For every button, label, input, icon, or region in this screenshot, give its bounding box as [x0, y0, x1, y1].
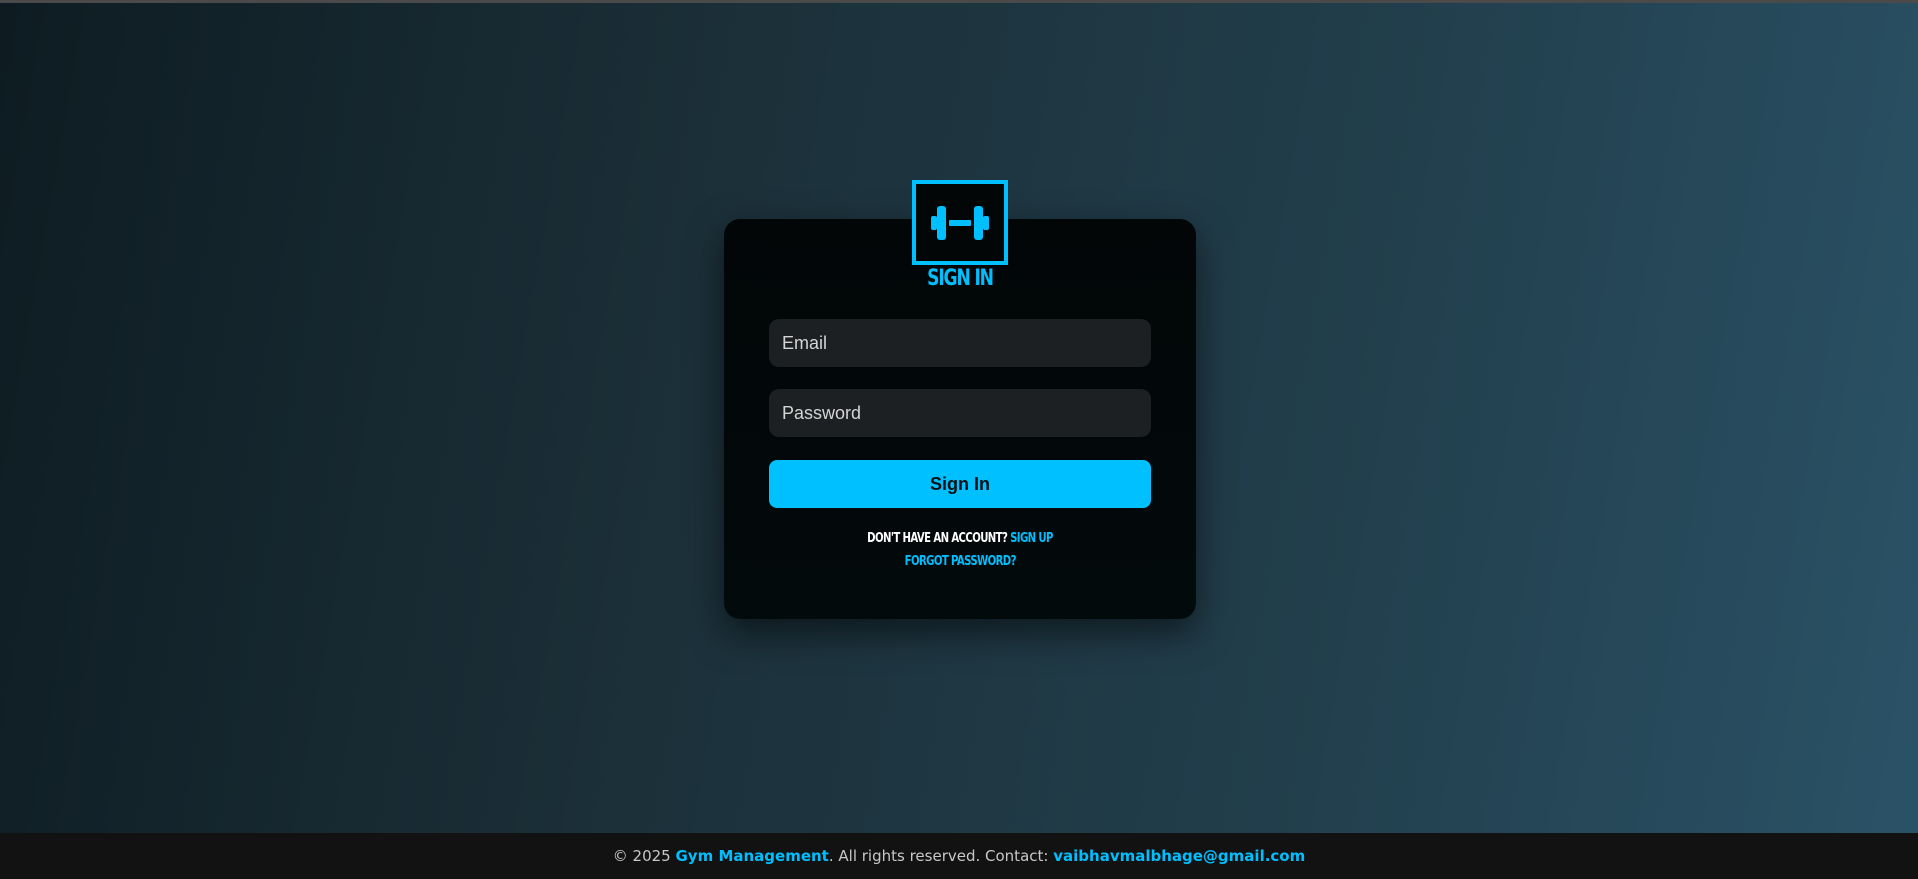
signin-button[interactable]: Sign In — [769, 460, 1151, 508]
dumbbell-icon — [931, 205, 989, 240]
footer-copyright: © 2025 — [612, 847, 671, 865]
password-field[interactable] — [769, 389, 1151, 437]
footer: © 2025 Gym Management. All rights reserv… — [0, 833, 1918, 879]
footer-rights: . All rights reserved. Contact: — [828, 847, 1049, 865]
footer-contact-email[interactable]: vaibhavmalbhage@gmail.com — [1053, 847, 1305, 865]
logo — [912, 180, 1008, 265]
page-title: Sign In — [927, 266, 994, 291]
footer-brand: Gym Management — [675, 847, 829, 865]
signup-prompt: Don't have an account? Sign Up — [724, 531, 1196, 546]
signup-link[interactable]: Sign Up — [1010, 531, 1053, 546]
signup-prompt-text: Don't have an account? — [867, 531, 1008, 546]
forgot-password-row: Forgot Password? — [724, 554, 1196, 569]
email-field[interactable] — [769, 319, 1151, 367]
forgot-password-link[interactable]: Forgot Password? — [904, 554, 1016, 569]
